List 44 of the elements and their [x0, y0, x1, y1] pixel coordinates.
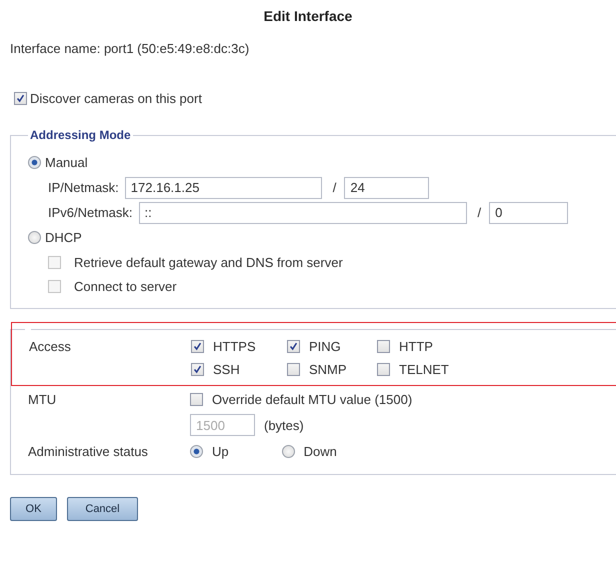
checkbox[interactable]	[191, 340, 204, 353]
checkbox[interactable]	[287, 363, 300, 376]
input-field[interactable]: 172.16.1.25	[124, 176, 322, 198]
unit-label: (bytes)	[264, 418, 304, 432]
checkbox-label: SNMP	[309, 362, 347, 377]
field-label: IP/Netmask:	[48, 180, 119, 195]
checkbox-label: Retrieve default gateway and DNS from server	[74, 254, 343, 270]
section-label: Access	[29, 339, 72, 356]
separator-text: /	[332, 180, 336, 195]
checkbox-label: TELNET	[399, 362, 449, 377]
checkbox-label: Discover cameras on this port	[30, 91, 202, 106]
input-field[interactable]: 0	[489, 202, 568, 224]
section-legend: Addressing Mode	[28, 128, 133, 142]
radio-label: Down	[304, 444, 337, 458]
checkbox[interactable]	[287, 340, 300, 353]
checkbox-label: SSH	[213, 362, 240, 377]
checkbox[interactable]	[377, 340, 390, 353]
separator-text: /	[478, 205, 482, 220]
checkbox-label: PING	[309, 339, 341, 354]
field-label: IPv6/Netmask:	[48, 205, 133, 220]
radio-button[interactable]	[28, 231, 41, 244]
input-field[interactable]: ::	[138, 202, 467, 224]
radio-label: Manual	[45, 155, 88, 170]
checkbox-label: HTTPS	[213, 339, 256, 354]
radio-button[interactable]	[282, 444, 295, 458]
radio-button[interactable]	[28, 156, 41, 169]
interface-name: Interface name: port1 (50:e5:49:e8:dc:3c)	[10, 41, 250, 56]
radio-label: DHCP	[45, 230, 82, 245]
checkbox[interactable]	[14, 92, 27, 105]
dialog-title: Edit Interface	[262, 7, 354, 24]
ok-button[interactable]: OK	[10, 497, 57, 521]
checkbox-label: HTTP	[399, 339, 433, 354]
radio-button[interactable]	[190, 444, 203, 458]
radio-label: Up	[212, 444, 229, 458]
checkbox[interactable]	[191, 363, 204, 376]
checkbox[interactable]	[48, 256, 61, 268]
checkbox-label: Override default MTU value (1500)	[212, 392, 412, 406]
cancel-button[interactable]: Cancel	[67, 497, 138, 521]
section-label: Administrative status	[28, 444, 149, 458]
input-field[interactable]: 24	[344, 176, 430, 198]
checkbox[interactable]	[377, 363, 390, 376]
section-label: MTU	[28, 392, 58, 406]
checkbox[interactable]	[48, 280, 61, 292]
checkbox-label: Connect to server	[74, 278, 177, 294]
